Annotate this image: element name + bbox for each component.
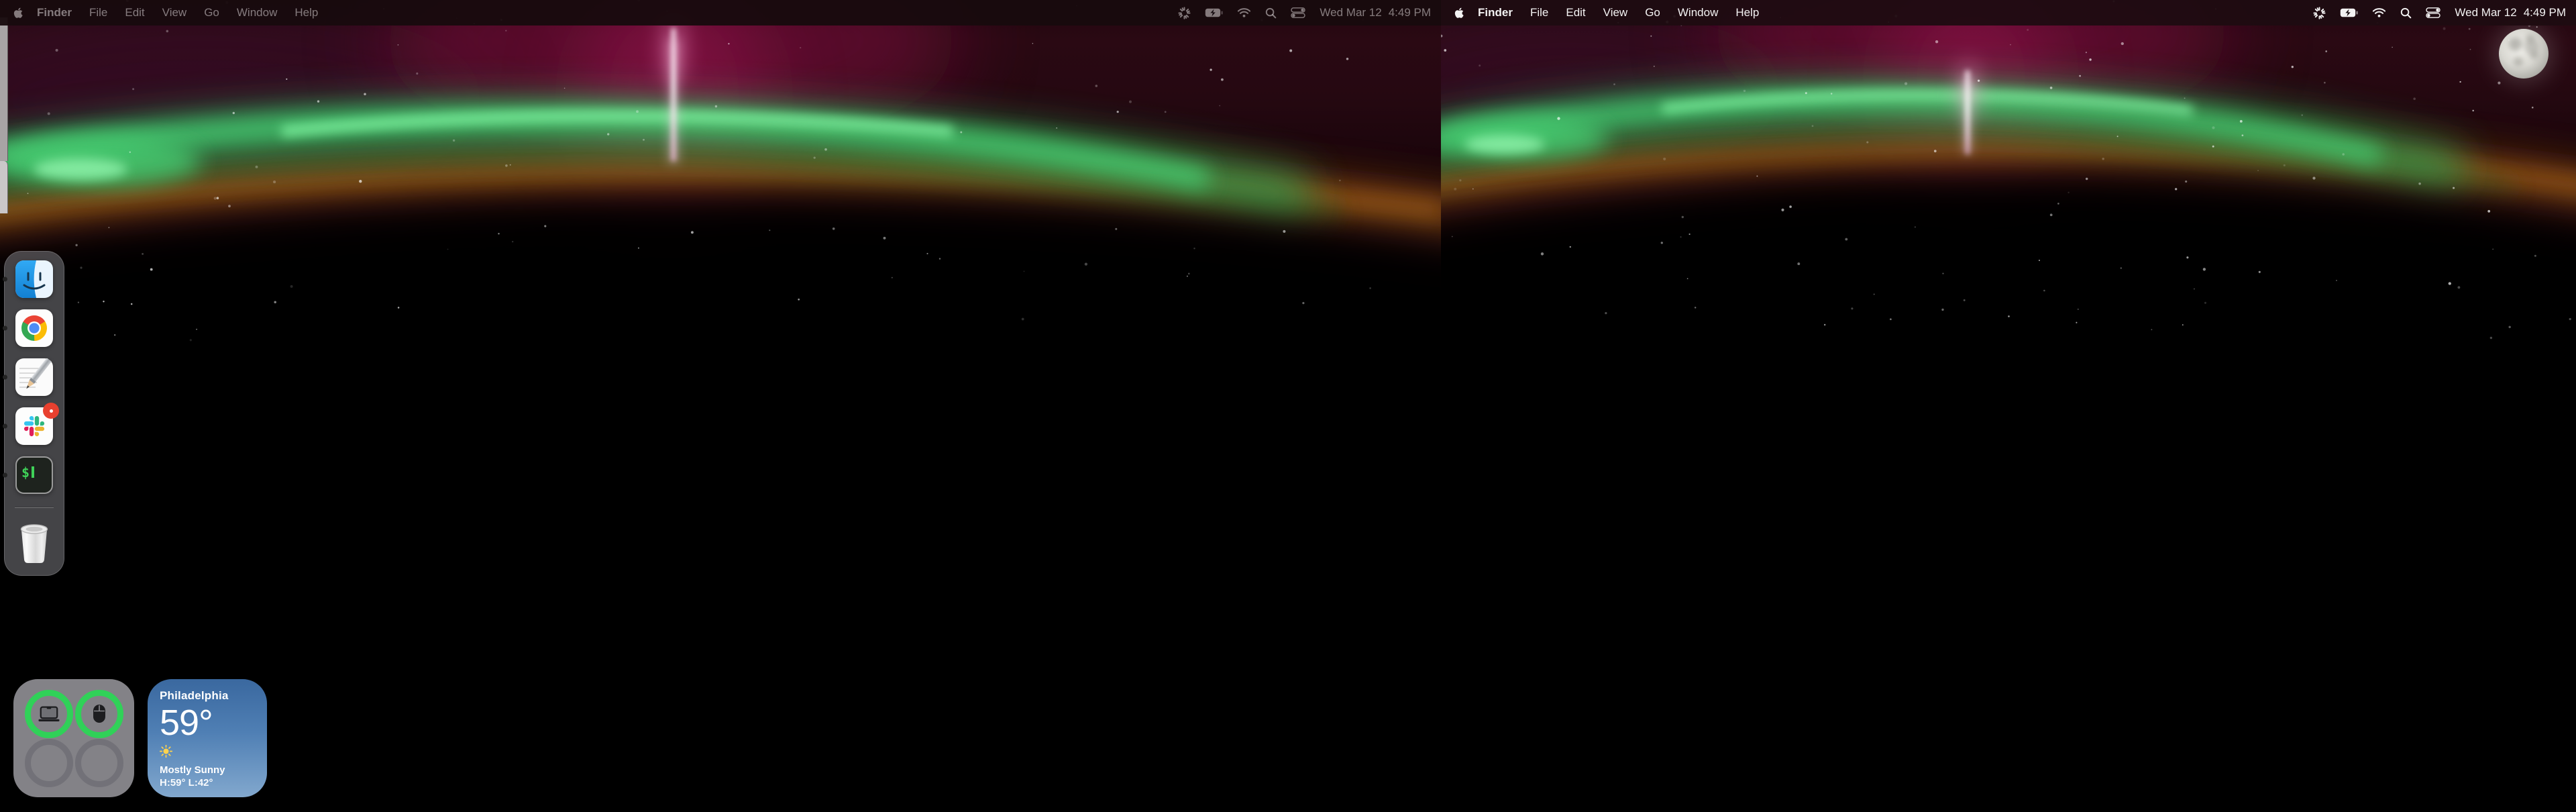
running-indicator <box>3 424 7 429</box>
menu-window[interactable]: Window <box>228 6 286 19</box>
menubar-time: 4:49 PM <box>2524 6 2566 19</box>
apple-menu[interactable] <box>1441 0 1469 26</box>
display-right: Finder File Edit View Go Window Help <box>1441 0 2576 812</box>
menu-edit[interactable]: Edit <box>116 6 153 19</box>
running-indicator <box>3 473 7 478</box>
desktop: Finder File Edit View Go Window Help <box>0 0 2576 812</box>
menu-file[interactable]: File <box>80 6 116 19</box>
menu-go[interactable]: Go <box>195 6 228 19</box>
terminal-prompt: $ <box>21 464 30 480</box>
dock-finder-icon[interactable] <box>15 260 53 298</box>
battery-charging-icon[interactable] <box>2340 8 2358 17</box>
moon <box>2499 29 2548 79</box>
wifi-icon[interactable] <box>2372 7 2386 18</box>
sunburst-icon[interactable] <box>1178 7 1191 19</box>
control-center-icon[interactable] <box>2426 7 2440 18</box>
search-icon[interactable] <box>2400 7 2412 19</box>
dock-notes-icon[interactable] <box>15 358 53 396</box>
running-indicator <box>3 326 7 331</box>
menubar-date: Wed Mar 12 <box>1320 6 1381 19</box>
menubar-right: Finder File Edit View Go Window Help <box>1441 0 2576 26</box>
menubar-date: Wed Mar 12 <box>2455 6 2516 19</box>
background-window-edge-bottom[interactable] <box>0 161 8 213</box>
control-center-icon[interactable] <box>1291 7 1305 18</box>
menubar-right-status: Wed Mar 12 4:49 PM <box>2313 0 2576 26</box>
menubar-time: 4:49 PM <box>1389 6 1431 19</box>
menu-app-name[interactable]: Finder <box>28 6 80 19</box>
background-window-edge[interactable] <box>0 17 7 213</box>
menubar-left: Finder File Edit View Go Window Help <box>0 0 1441 26</box>
menu-help[interactable]: Help <box>286 6 327 19</box>
background-window-edge-top[interactable] <box>0 17 8 161</box>
dock-trash-icon[interactable] <box>15 520 53 564</box>
menu-file[interactable]: File <box>1521 6 1557 19</box>
battery-charging-icon[interactable] <box>1205 8 1223 17</box>
menu-go[interactable]: Go <box>1636 6 1669 19</box>
laptop-icon <box>38 706 60 722</box>
menubar-left-menus: Finder File Edit View Go Window Help <box>0 0 327 26</box>
weather-high-low: H:59° L:42° <box>160 777 267 789</box>
menubar-clock[interactable]: Wed Mar 12 4:49 PM <box>1320 6 1431 19</box>
sunburst-icon[interactable] <box>2313 7 2326 19</box>
menu-view[interactable]: View <box>1595 6 1637 19</box>
menu-edit[interactable]: Edit <box>1557 6 1594 19</box>
search-icon[interactable] <box>1265 7 1277 19</box>
mouse-icon <box>93 704 106 723</box>
wallpaper-right <box>1441 0 2576 812</box>
battery-ring-laptop <box>25 690 73 738</box>
menu-view[interactable]: View <box>154 6 196 19</box>
battery-ring-mouse <box>75 690 123 738</box>
batteries-widget[interactable] <box>13 679 134 797</box>
wifi-icon[interactable] <box>1237 7 1251 18</box>
slack-notification-badge <box>43 403 59 419</box>
dock-terminal-icon[interactable]: $ <box>15 456 53 494</box>
menubar-left-status: Wed Mar 12 4:49 PM <box>1178 0 1441 26</box>
battery-ring-empty <box>25 739 73 787</box>
badge-dot <box>50 409 53 413</box>
menubar-clock[interactable]: Wed Mar 12 4:49 PM <box>2455 6 2566 19</box>
weather-widget[interactable]: Philadelphia 59° Mostly Sunny H:59° L:42… <box>148 679 267 797</box>
sun-icon <box>160 745 267 761</box>
dock-slack-icon[interactable] <box>15 407 53 445</box>
display-left: Finder File Edit View Go Window Help <box>0 0 1441 812</box>
running-indicator <box>3 375 7 380</box>
menu-app-name[interactable]: Finder <box>1469 6 1521 19</box>
menu-window[interactable]: Window <box>1669 6 1727 19</box>
battery-ring-empty <box>75 739 123 787</box>
dock: $ <box>4 251 64 576</box>
menu-help[interactable]: Help <box>1727 6 1768 19</box>
running-indicator <box>3 277 7 282</box>
weather-city: Philadelphia <box>160 689 267 703</box>
weather-condition: Mostly Sunny <box>160 764 267 776</box>
dock-chrome-icon[interactable] <box>15 309 53 347</box>
menubar-right-menus: Finder File Edit View Go Window Help <box>1441 0 1768 26</box>
weather-temperature: 59° <box>160 704 267 742</box>
apple-menu[interactable] <box>0 0 28 26</box>
